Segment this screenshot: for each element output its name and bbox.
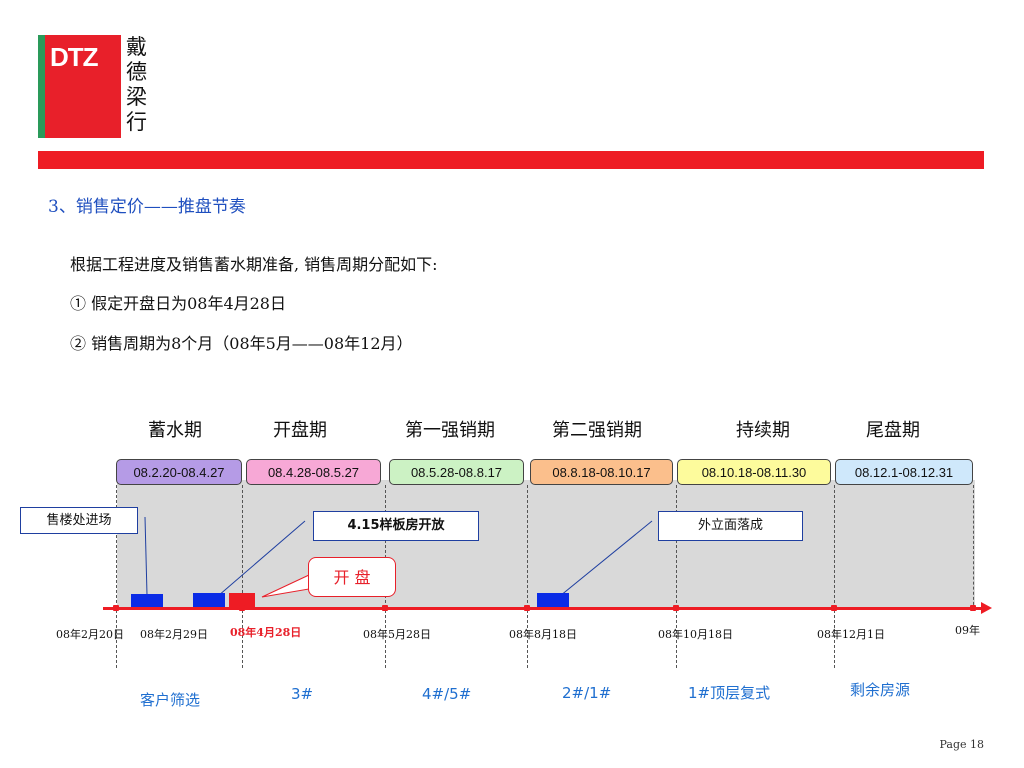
timeline-tick [970, 605, 976, 611]
timeline-date-label-opening: 08年4月28日 [230, 626, 302, 639]
timeline-tick [673, 605, 679, 611]
timeline-tick [831, 605, 837, 611]
event-block-sales-office [131, 594, 163, 608]
timeline-date-label: 08年12月1日 [817, 628, 885, 641]
timeline-date-label: 09年 [955, 624, 980, 637]
inventory-label: 剩余房源 [850, 681, 911, 699]
timeline-tick [524, 605, 530, 611]
inventory-label: 2#/1# [562, 684, 612, 702]
inventory-label: 1#顶层复式 [688, 684, 771, 702]
timeline-date-label: 08年2月20日 [56, 628, 124, 641]
page-number: Page 18 [939, 738, 984, 751]
callout-showflat: 4.15样板房开放 [313, 511, 479, 541]
timeline-tick [113, 605, 119, 611]
callout-opening: 开 盘 [308, 557, 396, 597]
inventory-label: 4#/5# [422, 685, 472, 703]
callout-sales-office: 售楼处进场 [20, 507, 138, 534]
timeline-date-label: 08年5月28日 [363, 628, 431, 641]
callout-facade: 外立面落成 [658, 511, 803, 541]
inventory-label: 客户筛选 [140, 691, 201, 709]
timeline-tick [239, 605, 245, 611]
timeline-date-label: 08年2月29日 [140, 628, 208, 641]
timeline-date-label: 08年10月18日 [658, 628, 733, 641]
inventory-label: 3# [291, 685, 314, 703]
timeline-axis [103, 607, 983, 610]
callout-connectors [144, 516, 653, 598]
event-block-facade [537, 593, 569, 607]
timeline-arrow-icon [981, 602, 992, 614]
timeline-date-label: 08年8月18日 [509, 628, 577, 641]
event-block-showflat [193, 593, 225, 607]
timeline-tick [382, 605, 388, 611]
